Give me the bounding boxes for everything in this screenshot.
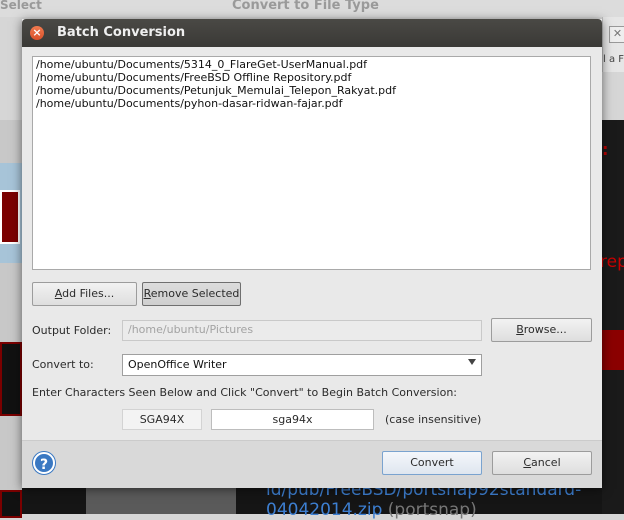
bg-right-text: l a F: [603, 54, 624, 65]
batch-conversion-dialog: × Batch Conversion /home/ubuntu/Document…: [22, 19, 602, 488]
case-note: (case insensitive): [385, 413, 482, 426]
bg-right-bar: [602, 330, 624, 370]
help-icon[interactable]: ?: [33, 452, 55, 474]
captcha-input[interactable]: sga94x: [211, 409, 374, 430]
file-list[interactable]: /home/ubuntu/Documents/5314_0_FlareGet-U…: [32, 56, 591, 270]
dialog-titlebar[interactable]: × Batch Conversion: [22, 19, 602, 47]
bg-close-icon: ✕: [609, 26, 624, 43]
captcha-instructions: Enter Characters Seen Below and Click "C…: [32, 386, 457, 399]
file-list-item[interactable]: /home/ubuntu/Documents/FreeBSD Offline R…: [36, 71, 587, 84]
bg-right-partial-word: rep: [600, 252, 624, 272]
dialog-title: Batch Conversion: [57, 25, 186, 40]
file-list-item[interactable]: /home/ubuntu/Documents/5314_0_FlareGet-U…: [36, 58, 587, 71]
add-files-button[interactable]: Add Files...: [32, 282, 137, 306]
bg-right-mark: :: [602, 140, 609, 159]
browse-button[interactable]: Browse...: [491, 318, 592, 342]
convert-to-select[interactable]: OpenOffice Writer: [122, 354, 482, 376]
bg-link-line-2: 04042014.zip (portsnap): [266, 500, 581, 520]
captcha-text: SGA94X: [122, 409, 202, 430]
convert-button[interactable]: Convert: [382, 451, 482, 475]
convert-to-value: OpenOffice Writer: [128, 358, 227, 371]
bg-right-panel: [602, 120, 624, 514]
convert-to-label: Convert to:: [32, 358, 94, 371]
bg-link-suffix: (portsnap): [382, 500, 477, 520]
file-list-item[interactable]: /home/ubuntu/Documents/Petunjuk_Memulai_…: [36, 84, 587, 97]
bg-left-thumb-2: [0, 342, 22, 416]
bg-link-file: 04042014.zip: [266, 500, 383, 520]
file-list-item[interactable]: /home/ubuntu/Documents/pyhon-dasar-ridwa…: [36, 97, 587, 110]
output-folder-label: Output Folder:: [32, 324, 112, 337]
bg-convert-label: Convert to File Type: [232, 0, 379, 13]
convert-button-label: Convert: [410, 456, 454, 469]
bg-left-thumb-1: [0, 190, 20, 244]
remove-selected-button[interactable]: Remove Selected: [142, 282, 241, 306]
close-icon[interactable]: ×: [30, 26, 44, 40]
chevron-down-icon[interactable]: [468, 359, 476, 365]
cancel-button[interactable]: Cancel: [492, 451, 592, 475]
bg-select-label: Select: [0, 0, 42, 12]
output-folder-field[interactable]: /home/ubuntu/Pictures: [122, 320, 482, 341]
bg-bottom-mid: [86, 487, 236, 514]
